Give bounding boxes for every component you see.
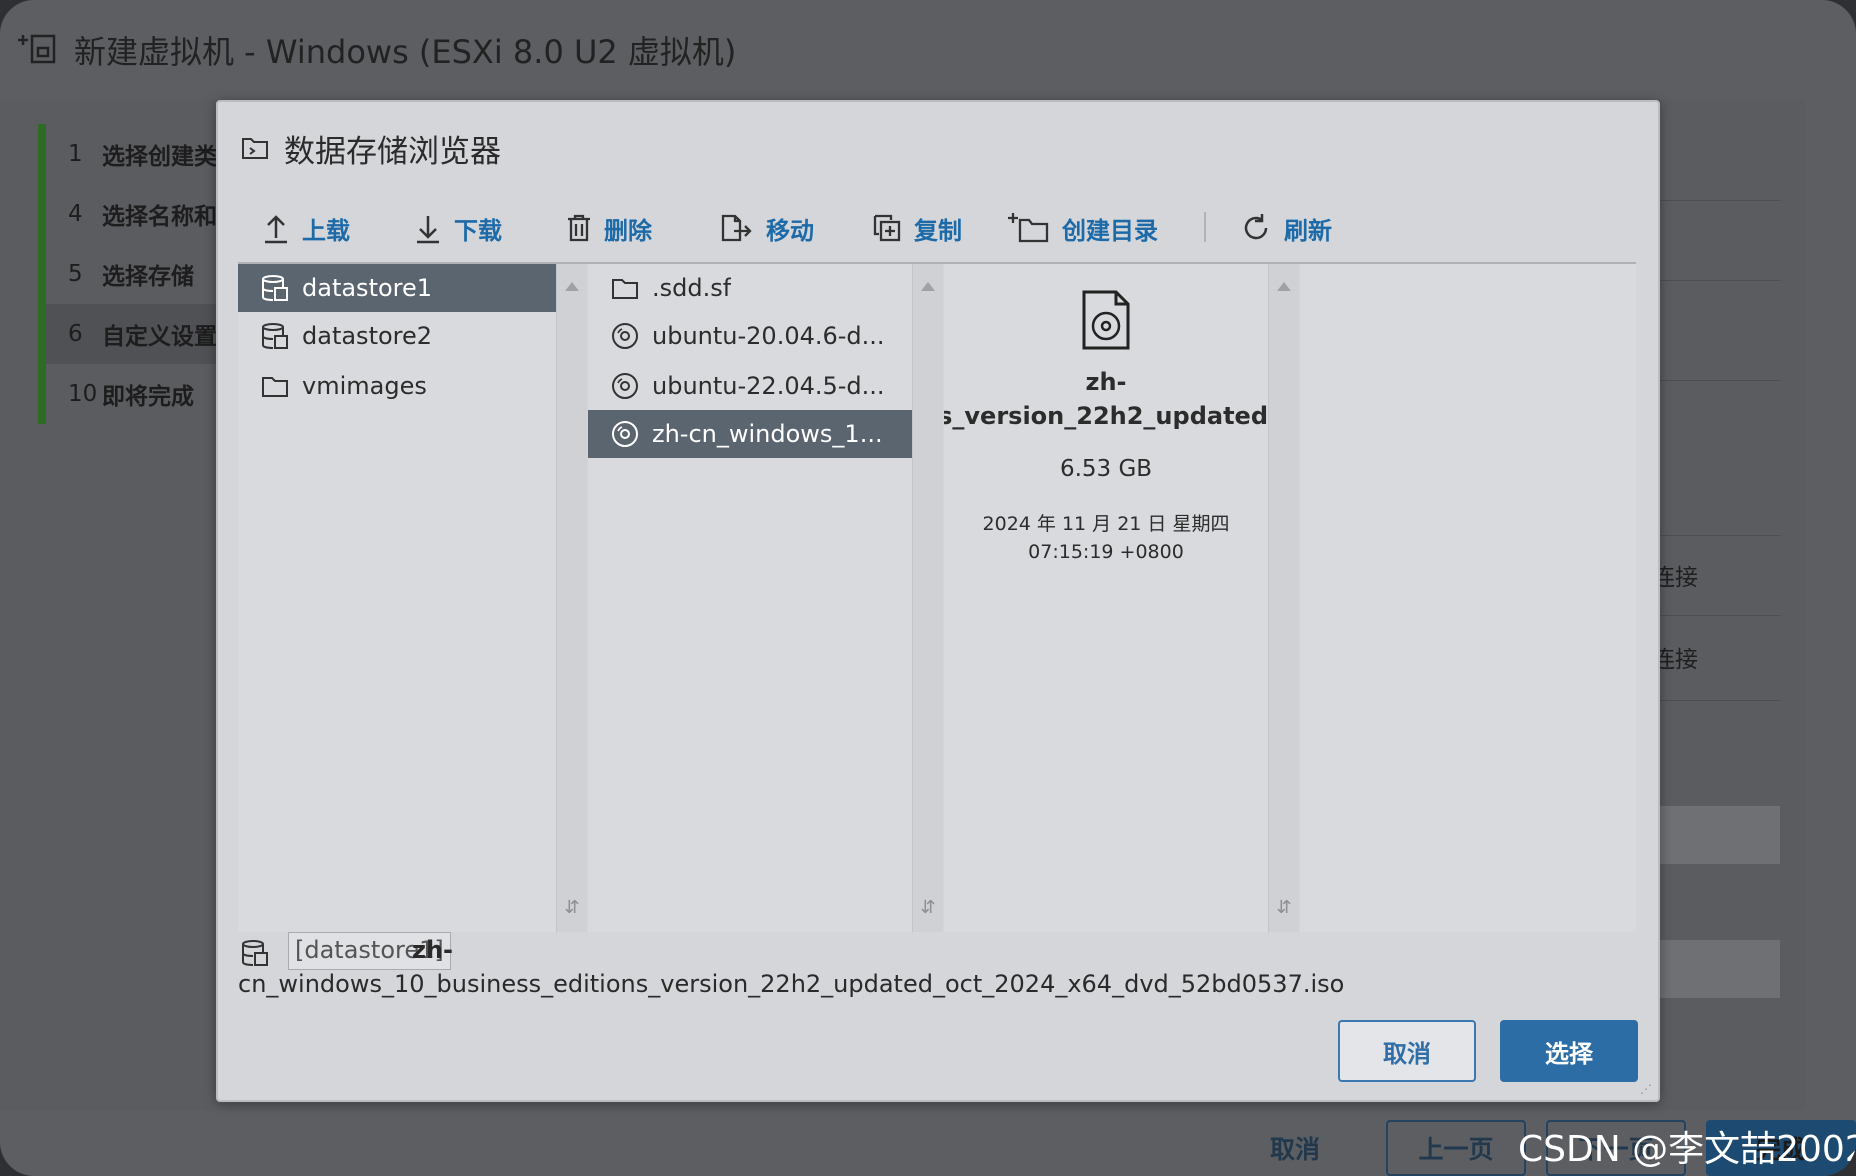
step-label: 选择创建类: [102, 144, 217, 170]
resize-grip-icon[interactable]: ⇵: [563, 898, 581, 918]
divider: [1660, 535, 1780, 536]
background-field: [1650, 806, 1780, 864]
file-item-selected[interactable]: zh-cn_windows_1...: [588, 410, 912, 458]
step-label: 自定义设置: [102, 324, 217, 350]
disc-icon: [612, 323, 638, 349]
delete-button[interactable]: 删除: [566, 202, 652, 254]
resize-grip-icon[interactable]: ⇵: [1275, 898, 1293, 918]
download-button[interactable]: 下载: [414, 202, 502, 254]
new-vm-icon: [18, 34, 56, 64]
file-detail-time: 07:15:19 +0800: [1028, 541, 1184, 563]
move-label: 移动: [766, 216, 814, 245]
scroll-up-arrow[interactable]: [565, 282, 579, 291]
file-detail-name-line1: zh-: [1085, 368, 1127, 396]
dialog-title: 数据存储浏览器: [284, 133, 501, 170]
file-item[interactable]: ubuntu-20.04.6-d...: [588, 312, 912, 360]
toolbar: 上载 下载 删除 移动 复制 创建目录 刷新: [218, 202, 1658, 254]
folder-icon: [262, 377, 288, 397]
files-column: .sdd.sf ubuntu-20.04.6-d... ubuntu-22.04…: [588, 264, 912, 932]
app-window: 新建虚拟机 - Windows (ESXi 8.0 U2 虚拟机) 1 选择创建类…: [0, 0, 1856, 1176]
new-folder-icon: [1008, 213, 1049, 243]
background-field: [1650, 940, 1780, 998]
file-item[interactable]: .sdd.sf: [588, 264, 912, 312]
refresh-icon: [1244, 214, 1268, 240]
wizard-steps: 1 选择创建类 4 选择名称和 5 选择存储 6 自定义设置 10 即将完成: [38, 124, 246, 424]
file-name: ubuntu-20.04.6-d...: [652, 322, 885, 350]
datastore-name: vmimages: [302, 372, 427, 400]
selected-path: [datastore1] zh- cn_windows_10_business_…: [238, 932, 1638, 1002]
file-detail-date: 2024 年 11 月 21 日 星期四: [982, 513, 1230, 535]
divider: [1660, 380, 1780, 381]
disc-image-file-icon: [1082, 290, 1130, 350]
datastore-icon: [262, 323, 288, 349]
datastore-icon: [262, 275, 288, 301]
file-item[interactable]: ubuntu-22.04.5-d...: [588, 362, 912, 410]
step-label: 选择存储: [102, 264, 194, 290]
file-browser: datastore1 datastore2 vmimages ⇵ .sdd.sf: [238, 262, 1636, 932]
scroll-up-arrow[interactable]: [1277, 282, 1291, 291]
divider: [1660, 615, 1780, 616]
folder-icon: [612, 279, 638, 299]
toolbar-separator: [1204, 212, 1206, 242]
path-text-line2: cn_windows_10_business_editions_version_…: [238, 970, 1345, 998]
datastore-item-vmimages[interactable]: vmimages: [238, 362, 556, 410]
refresh-label: 刷新: [1284, 216, 1332, 245]
trash-icon: [568, 214, 590, 242]
download-icon: [417, 216, 439, 244]
download-label: 下载: [454, 216, 502, 245]
wizard-prev-button[interactable]: 上一页: [1386, 1120, 1526, 1176]
datastore-browser-icon: [242, 138, 268, 159]
path-text-line1: zh-: [412, 936, 454, 964]
upload-label: 上载: [302, 216, 350, 245]
upload-icon: [265, 215, 287, 244]
datastore-name: datastore1: [302, 274, 433, 302]
scroll-up-arrow[interactable]: [921, 282, 935, 291]
file-name: .sdd.sf: [652, 274, 732, 302]
datastore-item-datastore2[interactable]: datastore2: [238, 312, 556, 360]
upload-button[interactable]: 上载: [262, 202, 350, 254]
datastore-icon: [242, 940, 268, 966]
file-name: ubuntu-22.04.5-d...: [652, 372, 885, 400]
move-icon: [721, 214, 752, 242]
file-detail-size: 6.53 GB: [1059, 456, 1153, 482]
file-name: zh-cn_windows_1...: [652, 420, 883, 448]
scrollbar[interactable]: ⇵: [556, 264, 587, 932]
move-button[interactable]: 移动: [720, 202, 814, 254]
datastore-column: datastore1 datastore2 vmimages: [238, 264, 556, 932]
window-title: 新建虚拟机 - Windows (ESXi 8.0 U2 虚拟机): [74, 33, 737, 71]
refresh-button[interactable]: 刷新: [1240, 202, 1332, 254]
disc-icon: [612, 373, 638, 399]
dialog-header: 数据存储浏览器: [240, 126, 501, 170]
datastore-browser-dialog: 数据存储浏览器 上载 下载 删除 移动 复制 创建目录 刷新 datastore…: [216, 100, 1660, 1102]
datastore-name: datastore2: [302, 322, 433, 350]
file-detail-modified: 2024 年 11 月 21 日 星期四 07:15:19 +0800: [944, 510, 1268, 566]
copy-label: 复制: [914, 216, 962, 245]
resize-handle-icon[interactable]: ⋰: [1640, 1082, 1654, 1096]
step-label: 选择名称和: [102, 204, 217, 230]
copy-button[interactable]: 复制: [872, 202, 962, 254]
file-detail-name-line2: cn_windows_10_business_editions_version_…: [944, 402, 1268, 430]
create-directory-button[interactable]: 创建目录: [1006, 202, 1158, 254]
divider: [1660, 200, 1780, 201]
empty-column: [1300, 264, 1636, 932]
datastore-item-datastore1[interactable]: datastore1: [238, 264, 556, 312]
cancel-button[interactable]: 取消: [1338, 1020, 1476, 1082]
divider: [1660, 700, 1780, 701]
scrollbar[interactable]: ⇵: [912, 264, 943, 932]
copy-icon: [873, 214, 901, 242]
divider: [1660, 280, 1780, 281]
window-title-bar: 新建虚拟机 - Windows (ESXi 8.0 U2 虚拟机): [16, 28, 736, 72]
create-directory-label: 创建目录: [1062, 216, 1158, 245]
disc-icon: [612, 421, 638, 447]
step-label: 即将完成: [102, 384, 194, 410]
wizard-cancel-button[interactable]: 取消: [1240, 1120, 1350, 1176]
select-button[interactable]: 选择: [1500, 1020, 1638, 1082]
delete-label: 删除: [604, 216, 652, 245]
scrollbar[interactable]: ⇵: [1268, 264, 1299, 932]
file-detail-column: zh- cn_windows_10_business_editions_vers…: [944, 264, 1268, 932]
resize-grip-icon[interactable]: ⇵: [919, 898, 937, 918]
watermark: CSDN @李文喆2002: [1518, 1129, 1856, 1170]
